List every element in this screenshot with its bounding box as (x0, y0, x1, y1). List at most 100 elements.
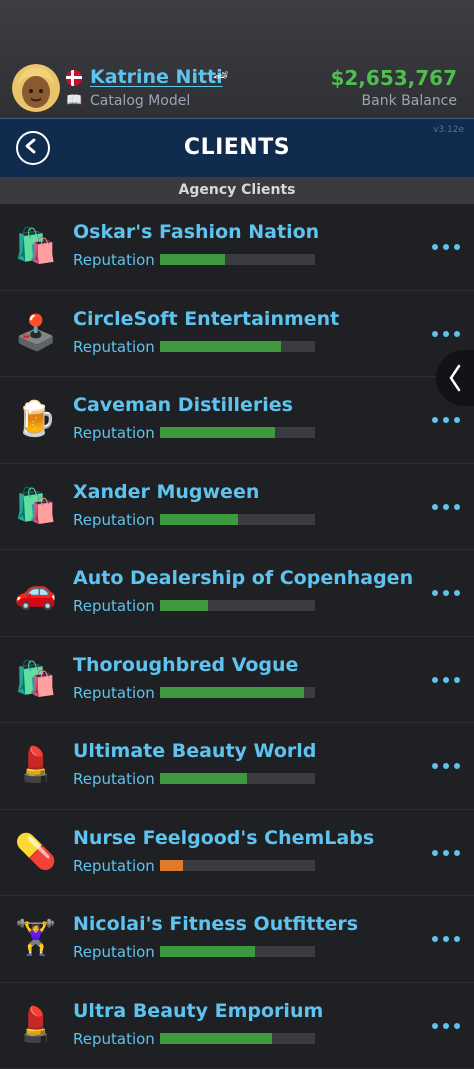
avatar[interactable] (12, 64, 60, 112)
dot-icon (432, 763, 438, 769)
reputation-label: Reputation (73, 597, 155, 615)
reputation-label: Reputation (73, 943, 155, 961)
client-row[interactable]: 💊Nurse Feelgood's ChemLabsReputation (0, 810, 474, 897)
more-options-button[interactable] (432, 590, 460, 596)
reputation-bar (160, 341, 315, 352)
reputation-bar-fill (160, 341, 281, 352)
chevron-left-icon (448, 364, 462, 392)
client-name: Thoroughbred Vogue (73, 654, 298, 676)
dot-icon (432, 850, 438, 856)
dot-icon (443, 936, 449, 942)
more-options-button[interactable] (432, 331, 460, 337)
dot-icon (443, 244, 449, 250)
dot-icon (443, 850, 449, 856)
client-row[interactable]: 🛍️Xander MugweenReputation (0, 464, 474, 551)
client-name: CircleSoft Entertainment (73, 308, 339, 330)
client-row[interactable]: 🍺Caveman DistilleriesReputation (0, 377, 474, 464)
dot-icon (454, 244, 460, 250)
reputation-bar-fill (160, 600, 208, 611)
client-row[interactable]: 🕹️ CircleSoft Entertainment Reputation (0, 291, 474, 378)
reputation-bar-fill (160, 773, 247, 784)
dot-icon (454, 590, 460, 596)
reputation-bar-fill (160, 687, 304, 698)
bank-balance: $2,653,767 (330, 66, 457, 90)
client-name: Nicolai's Fitness Outfitters (73, 913, 358, 935)
more-options-button[interactable] (432, 936, 460, 942)
more-options-button[interactable] (432, 417, 460, 423)
dot-icon (432, 331, 438, 337)
section-title: Agency Clients (0, 177, 474, 204)
dot-icon (432, 936, 438, 942)
shopping-bags-icon: 🛍️ (14, 224, 58, 268)
beer-mug-icon: 🍺 (14, 397, 58, 441)
client-name: Ultimate Beauty World (73, 740, 316, 762)
dot-icon (443, 590, 449, 596)
dot-icon (454, 677, 460, 683)
more-options-button[interactable] (432, 504, 460, 510)
reputation-bar-fill (160, 1033, 272, 1044)
client-name: Ultra Beauty Emporium (73, 1000, 323, 1022)
profile-header: Katrine Nitti 🏎 📖 Catalog Model $2,653,7… (0, 0, 474, 118)
pill-icon: 💊 (14, 830, 58, 874)
reputation-label: Reputation (73, 770, 155, 788)
reputation-label: Reputation (73, 511, 155, 529)
reputation-label: Reputation (73, 338, 155, 356)
reputation-label: Reputation (73, 424, 155, 442)
more-options-button[interactable] (432, 763, 460, 769)
book-icon: 📖 (66, 93, 82, 108)
reputation-bar (160, 687, 315, 698)
reputation-label: Reputation (73, 857, 155, 875)
reputation-bar-fill (160, 427, 275, 438)
dot-icon (454, 850, 460, 856)
client-row[interactable]: 🛍️ Thoroughbred Vogue Reputation (0, 637, 474, 724)
dot-icon (443, 677, 449, 683)
dot-icon (432, 417, 438, 423)
dot-icon (443, 504, 449, 510)
dot-icon (443, 417, 449, 423)
dot-icon (432, 504, 438, 510)
dot-icon (454, 331, 460, 337)
more-options-button[interactable] (432, 677, 460, 683)
dot-icon (443, 1023, 449, 1029)
joystick-icon: 🕹️ (14, 311, 58, 355)
reputation-bar (160, 773, 315, 784)
denmark-flag-icon (66, 70, 82, 86)
dot-icon (454, 1023, 460, 1029)
car-icon: 🚗 (14, 570, 58, 614)
shopping-bags-icon: 🛍️ (14, 657, 58, 701)
reputation-bar (160, 600, 315, 611)
client-row[interactable]: 🛍️Oskar's Fashion NationReputation (0, 204, 474, 291)
reputation-bar (160, 514, 315, 525)
more-options-button[interactable] (432, 244, 460, 250)
bank-balance-label: Bank Balance (362, 93, 457, 109)
reputation-label: Reputation (73, 251, 155, 269)
reputation-bar-fill (160, 946, 255, 957)
dot-icon (432, 590, 438, 596)
more-options-button[interactable] (432, 1023, 460, 1029)
reputation-bar (160, 946, 315, 957)
reputation-label: Reputation (73, 1030, 155, 1048)
dot-icon (443, 763, 449, 769)
client-list: 🛍️Oskar's Fashion NationReputation 🕹️ Circ… (0, 204, 474, 1069)
reputation-bar (160, 427, 315, 438)
client-row[interactable]: 🚗 Auto Dealership of Copenhagen Reputation (0, 550, 474, 637)
reputation-bar (160, 860, 315, 871)
job-title: Catalog Model (90, 93, 190, 109)
client-row[interactable]: 💄 Ultra Beauty Emporium Reputation (0, 983, 474, 1069)
version-label: v3.12e (433, 125, 464, 135)
weightlifter-icon: 🏋️‍♀️ (14, 916, 58, 960)
dot-icon (432, 244, 438, 250)
reputation-label: Reputation (73, 684, 155, 702)
client-row[interactable]: 🏋️‍♀️ Nicolai's Fitness Outfitters Reputat… (0, 896, 474, 983)
dot-icon (443, 331, 449, 337)
reputation-bar (160, 1033, 315, 1044)
dot-icon (432, 677, 438, 683)
client-row[interactable]: 💄Ultimate Beauty WorldReputation (0, 723, 474, 810)
more-options-button[interactable] (432, 850, 460, 856)
player-name[interactable]: Katrine Nitti (90, 66, 223, 88)
lipstick-icon: 💄 (14, 1003, 58, 1047)
dot-icon (454, 763, 460, 769)
client-name: Auto Dealership of Copenhagen (73, 567, 413, 589)
reputation-bar-fill (160, 254, 225, 265)
dot-icon (454, 504, 460, 510)
